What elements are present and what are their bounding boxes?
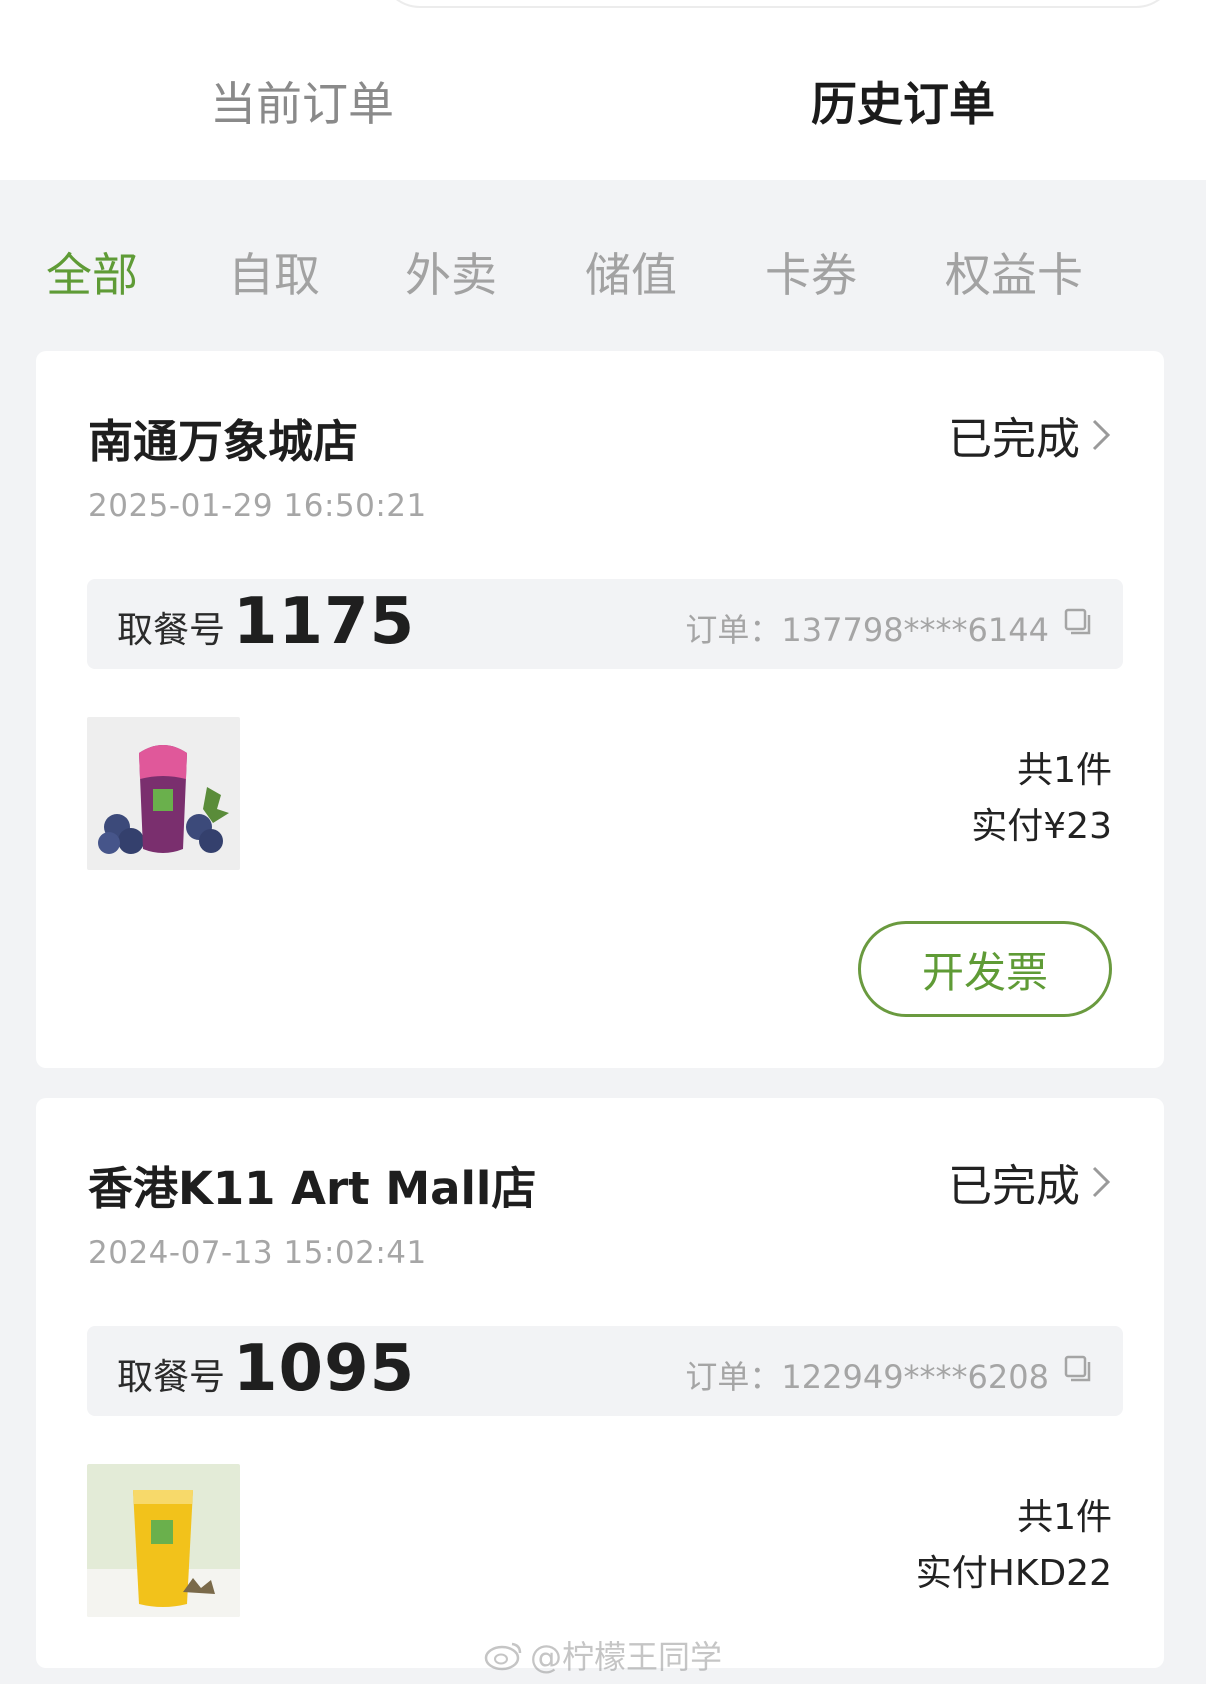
tab-current-orders[interactable]: 当前订单 (132, 72, 472, 136)
chevron-right-icon (1092, 1166, 1111, 1198)
filter-tab-benefit-card[interactable]: 权益卡 (945, 240, 1083, 310)
watermark: @柠檬王同学 (484, 1632, 722, 1678)
store-name: 南通万象城店 (88, 415, 359, 468)
filter-tab-delivery[interactable]: 外卖 (405, 240, 497, 310)
search-bar-edge (380, 0, 1176, 8)
order-tabs-header: 当前订单 历史订单 (0, 0, 1206, 180)
order-status: 已完成 (948, 1161, 1080, 1212)
pickup-info: 取餐号 1175 订单：137798****6144 (87, 579, 1123, 669)
order-time: 2024-07-13 15:02:41 (88, 1235, 427, 1271)
pickup-label: 取餐号 (117, 610, 226, 651)
tab-history-orders[interactable]: 历史订单 (733, 72, 1073, 136)
order-card[interactable]: 南通万象城店 已完成 2025-01-29 16:50:21 取餐号 1175 … (36, 351, 1164, 1068)
order-card[interactable]: 香港K11 Art Mall店 已完成 2024-07-13 15:02:41 … (36, 1098, 1164, 1668)
pickup-number: 1175 (233, 585, 416, 659)
pickup-info: 取餐号 1095 订单：122949****6208 (87, 1326, 1123, 1416)
filter-tab-all[interactable]: 全部 (46, 240, 138, 310)
pickup-label: 取餐号 (117, 1357, 226, 1398)
order-number: 订单：137798****6144 (685, 611, 1049, 649)
chevron-right-icon (1092, 419, 1111, 451)
filter-tab-coupons[interactable]: 卡券 (765, 240, 857, 310)
pickup-number: 1095 (233, 1332, 416, 1406)
copy-icon[interactable] (1063, 607, 1093, 637)
order-status: 已完成 (948, 414, 1080, 465)
order-time: 2025-01-29 16:50:21 (88, 488, 427, 524)
order-status-link[interactable]: 已完成 (948, 403, 1112, 467)
filter-tab-pickup[interactable]: 自取 (228, 240, 320, 310)
order-type-filter: 全部 自取 外卖 储值 卡券 权益卡 (0, 240, 1206, 310)
order-number: 订单：122949****6208 (685, 1358, 1049, 1396)
product-image (87, 717, 240, 870)
item-count: 共1件 (1017, 1497, 1112, 1538)
watermark-text: @柠檬王同学 (530, 1638, 723, 1676)
paid-amount: 实付¥23 (971, 806, 1112, 847)
filter-tab-stored-value[interactable]: 储值 (585, 240, 677, 310)
item-count: 共1件 (1017, 750, 1112, 791)
copy-icon[interactable] (1063, 1354, 1093, 1384)
paid-amount: 实付HKD22 (915, 1553, 1112, 1594)
order-status-link[interactable]: 已完成 (948, 1150, 1112, 1214)
weibo-icon (484, 1642, 522, 1671)
store-name: 香港K11 Art Mall店 (88, 1162, 537, 1215)
invoice-button[interactable]: 开发票 (858, 921, 1112, 1017)
product-image (87, 1464, 240, 1617)
